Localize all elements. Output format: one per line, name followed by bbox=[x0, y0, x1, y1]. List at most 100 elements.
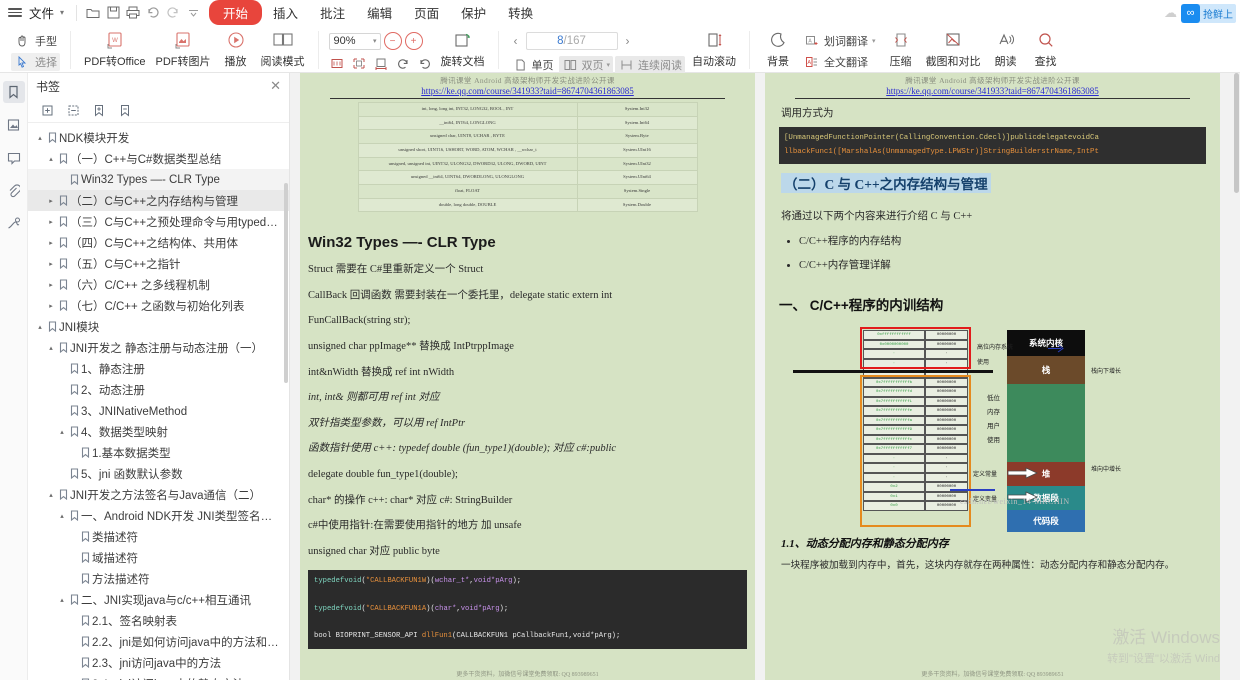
tab-insert[interactable]: 插入 bbox=[262, 0, 309, 25]
tab-convert[interactable]: 转换 bbox=[497, 0, 544, 25]
comment-icon[interactable] bbox=[3, 147, 25, 169]
remove-bookmark-icon[interactable] bbox=[118, 104, 132, 118]
bookmark-item[interactable]: ▸ （三）C与C++之预处理命令与用typedef命名已有类型 bbox=[28, 211, 289, 232]
bookmark-item[interactable]: Win32 Types —- CLR Type bbox=[28, 169, 289, 190]
zoom-out-button[interactable]: − bbox=[383, 32, 402, 50]
chevron-down-icon[interactable]: ▾ bbox=[872, 37, 876, 45]
file-menu[interactable]: 文件 bbox=[26, 1, 57, 24]
collapse-all-icon[interactable] bbox=[66, 104, 80, 118]
collapse-toggle-icon[interactable]: ▸ bbox=[45, 218, 57, 226]
page-number-input[interactable]: 8 /167 bbox=[525, 32, 618, 50]
redo-icon[interactable] bbox=[163, 3, 183, 23]
hamburger-icon[interactable] bbox=[8, 8, 22, 17]
tab-start[interactable]: 开始 bbox=[209, 0, 263, 25]
signature-icon[interactable] bbox=[3, 213, 25, 235]
undo-icon[interactable] bbox=[143, 3, 163, 23]
auto-scroll-button[interactable]: 自动滚动 bbox=[687, 28, 741, 70]
bookmark-item[interactable]: 1、静态注册 bbox=[28, 358, 289, 379]
expand-toggle-icon[interactable]: ▴ bbox=[56, 512, 68, 520]
expand-toggle-icon[interactable]: ▴ bbox=[56, 428, 68, 436]
expand-toggle-icon[interactable]: ▴ bbox=[45, 491, 57, 499]
bookmark-item[interactable]: 2.1、签名映射表 bbox=[28, 610, 289, 631]
chevron-down-icon[interactable]: ▾ bbox=[60, 8, 64, 17]
expand-toggle-icon[interactable]: ▴ bbox=[34, 323, 46, 331]
thumbnail-icon[interactable] bbox=[3, 114, 25, 136]
screenshot-compare-button[interactable]: 截图和对比 bbox=[921, 28, 986, 70]
collapse-toggle-icon[interactable]: ▸ bbox=[45, 260, 57, 268]
expand-all-icon[interactable] bbox=[40, 104, 54, 118]
bookmark-item[interactable]: 2.3、jni访问java中的方法 bbox=[28, 652, 289, 673]
next-page-button[interactable]: › bbox=[621, 32, 635, 50]
expand-toggle-icon[interactable]: ▴ bbox=[45, 155, 57, 163]
bookmarks-tree[interactable]: ▴ NDK模块开发 ▴ （一）C++与C#数据类型总结 Win32 Types —- C… bbox=[28, 123, 289, 680]
bookmark-item[interactable]: 类描述符 bbox=[28, 526, 289, 547]
fit-actual-size-icon[interactable] bbox=[373, 55, 390, 71]
play-button[interactable]: 播放 bbox=[216, 28, 256, 70]
cloud-icon[interactable]: ☁ bbox=[1164, 5, 1177, 21]
chevron-down-icon[interactable]: ▾ bbox=[607, 61, 611, 69]
tab-edit[interactable]: 编辑 bbox=[356, 0, 403, 25]
bookmarks-scrollbar-thumb[interactable] bbox=[284, 183, 288, 383]
bookmark-item[interactable]: ▴ 二、JNI实现java与c/c++相互通讯 bbox=[28, 589, 289, 610]
bookmark-item[interactable]: ▸ （五）C与C++之指针 bbox=[28, 253, 289, 274]
bookmark-item[interactable]: ▴ （一）C++与C#数据类型总结 bbox=[28, 148, 289, 169]
bookmark-item[interactable]: 1.基本数据类型 bbox=[28, 442, 289, 463]
open-icon[interactable] bbox=[83, 3, 103, 23]
bookmark-item[interactable]: 2.4、jni访问java中的静态方法 bbox=[28, 673, 289, 680]
bookmark-item[interactable]: ▴ NDK模块开发 bbox=[28, 127, 289, 148]
close-icon[interactable]: ✕ bbox=[270, 78, 281, 94]
print-icon[interactable] bbox=[123, 3, 143, 23]
vip-promo-button[interactable]: ∞ 抢鲜上 bbox=[1181, 3, 1236, 23]
read-aloud-button[interactable]: 朗读 bbox=[986, 28, 1026, 70]
zoom-in-button[interactable]: + bbox=[404, 32, 423, 50]
bookmark-item[interactable]: 5、jni 函数默认参数 bbox=[28, 463, 289, 484]
document-scrollbar-thumb[interactable] bbox=[1234, 73, 1239, 193]
bookmark-item[interactable]: ▴ JNI开发之方法签名与Java通信（二） bbox=[28, 484, 289, 505]
collapse-toggle-icon[interactable]: ▸ bbox=[45, 302, 57, 310]
previous-page-button[interactable]: ‹ bbox=[509, 32, 523, 50]
rotate-right-icon[interactable] bbox=[417, 55, 434, 71]
tab-page[interactable]: 页面 bbox=[403, 0, 450, 25]
fit-page-icon[interactable] bbox=[351, 55, 368, 71]
bookmark-item[interactable]: ▸ （二）C与C++之内存结构与管理 bbox=[28, 190, 289, 211]
bookmark-item[interactable]: ▴ 一、Android NDK开发 JNI类型签名和方法签名 bbox=[28, 505, 289, 526]
zoom-select[interactable]: 90% ▾ bbox=[328, 32, 381, 50]
tab-annotate[interactable]: 批注 bbox=[309, 0, 356, 25]
collapse-toggle-icon[interactable]: ▸ bbox=[45, 197, 57, 205]
expand-toggle-icon[interactable]: ▴ bbox=[34, 134, 46, 142]
background-button[interactable]: 背景 bbox=[758, 28, 798, 70]
find-button[interactable]: 查找 bbox=[1026, 28, 1066, 70]
attachment-icon[interactable] bbox=[3, 180, 25, 202]
add-bookmark-icon[interactable] bbox=[92, 104, 106, 118]
collapse-toggle-icon[interactable]: ▸ bbox=[45, 281, 57, 289]
select-tool-button[interactable]: 选择 bbox=[11, 53, 60, 71]
save-icon[interactable] bbox=[103, 3, 123, 23]
compress-button[interactable]: 压缩 bbox=[881, 28, 921, 70]
bookmark-item[interactable]: ▸ （六）C/C++ 之多线程机制 bbox=[28, 274, 289, 295]
document-viewer[interactable]: 腾讯课堂 Android 高级架构师开发实战进阶公开课 https://ke.q… bbox=[290, 73, 1240, 680]
bookmark-item[interactable]: 方法描述符 bbox=[28, 568, 289, 589]
expand-toggle-icon[interactable]: ▴ bbox=[45, 344, 57, 352]
tab-protect[interactable]: 保护 bbox=[450, 0, 497, 25]
bookmark-item[interactable]: ▴ JNI模块 bbox=[28, 316, 289, 337]
single-page-button[interactable]: 单页 bbox=[509, 56, 557, 74]
double-page-button[interactable]: 双页 ▾ bbox=[558, 56, 614, 74]
bookmark-item[interactable]: ▴ JNI开发之 静态注册与动态注册（一） bbox=[28, 337, 289, 358]
bookmark-item[interactable]: ▴ 4、数据类型映射 bbox=[28, 421, 289, 442]
bookmark-item[interactable]: ▸ （七）C/C++ 之函数与初始化列表 bbox=[28, 295, 289, 316]
bookmark-item[interactable]: 2、动态注册 bbox=[28, 379, 289, 400]
expand-toggle-icon[interactable]: ▴ bbox=[56, 596, 68, 604]
bookmark-item[interactable]: ▸ （四）C与C++之结构体、共用体 bbox=[28, 232, 289, 253]
word-translate-button[interactable]: A 划词翻译 ▾ bbox=[800, 32, 879, 50]
pdf-to-office-button[interactable]: W PDF转Office bbox=[79, 28, 151, 70]
hand-tool-button[interactable]: 手型 bbox=[11, 32, 60, 50]
read-mode-button[interactable]: 阅读模式 bbox=[256, 28, 310, 70]
bookmark-item[interactable]: 2.2、jni是如何访问java中的方法和字段 bbox=[28, 631, 289, 652]
bookmark-item[interactable]: 3、JNINativeMethod bbox=[28, 400, 289, 421]
customize-quick-access-icon[interactable] bbox=[183, 3, 203, 23]
full-translate-button[interactable]: A 全文翻译 bbox=[800, 53, 879, 71]
bookmark-icon[interactable] bbox=[2, 81, 25, 103]
continuous-read-button[interactable]: 连续阅读 bbox=[615, 56, 686, 74]
rotate-document-button[interactable]: 旋转文档 bbox=[436, 28, 490, 70]
rotate-left-icon[interactable] bbox=[395, 55, 412, 71]
